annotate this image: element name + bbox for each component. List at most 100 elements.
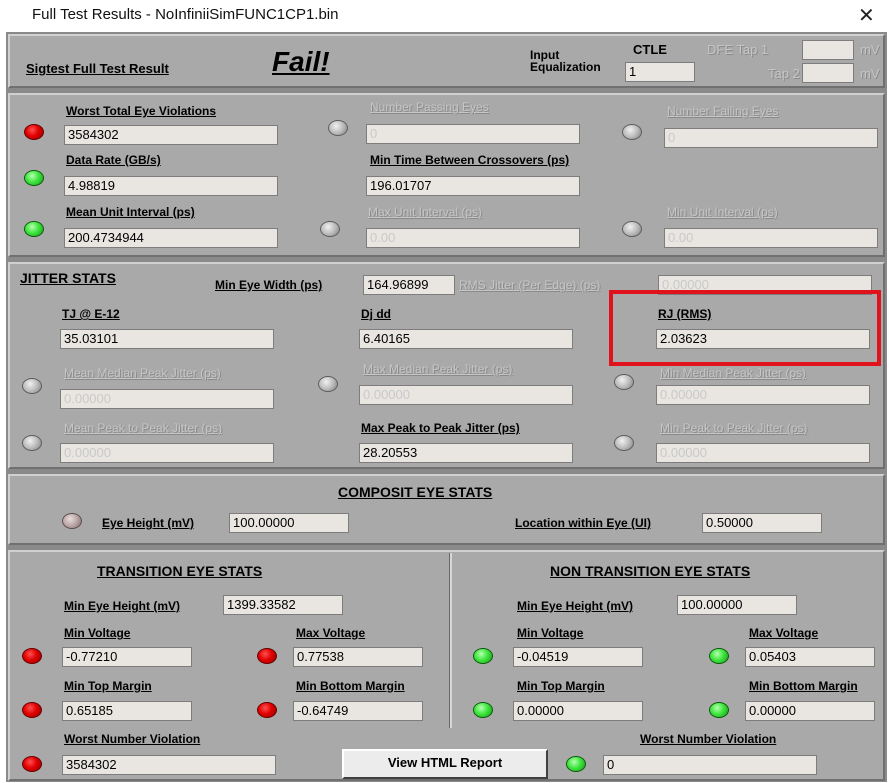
t-max-voltage-field[interactable]: 0.77538 [293,647,423,667]
transition-title: TRANSITION EYE STATS [97,563,263,579]
mean-median-label: Mean Median Peak Jitter (ps) [64,366,221,380]
data-rate-status-led [24,170,44,186]
min-ui-status-led [622,221,642,237]
dfe-tap1-field[interactable] [802,40,854,60]
djdd-label: Dj dd [361,307,391,321]
close-icon[interactable]: ✕ [858,3,875,28]
t-min-eye-height-field[interactable]: 1399.33582 [223,595,343,615]
data-rate-field[interactable]: 4.98819 [64,176,278,196]
nt-worst-label: Worst Number Violation [640,732,777,746]
djdd-field[interactable]: 6.40165 [359,329,573,349]
t-min-top-field[interactable]: 0.65185 [62,701,192,721]
failing-eyes-status-led [622,124,642,140]
mean-ui-status-led [24,221,44,237]
max-median-label: Max Median Peak Jitter (ps) [363,362,513,376]
min-eye-width-field[interactable]: 164.96899 [363,275,455,295]
composit-title: COMPOSIT EYE STATS [338,484,493,500]
nt-min-eye-height-field[interactable]: 100.00000 [677,595,797,615]
min-ui-field[interactable]: 0.00 [664,228,878,248]
ctle-label: CTLE [633,42,667,57]
nt-min-voltage-status-led [473,648,493,664]
min-median-status-led [614,374,634,390]
mean-median-status-led [22,378,42,394]
nt-min-bottom-status-led [709,702,729,718]
min-p2p-label: Min Peak to Peak Jitter (ps) [660,421,808,435]
eye-height-field[interactable]: 100.00000 [229,513,349,533]
max-median-status-led [318,376,338,392]
tj-field[interactable]: 35.03101 [60,329,274,349]
mean-ui-label: Mean Unit Interval (ps) [66,205,195,219]
max-median-field[interactable]: 0.00000 [359,385,573,405]
t-max-voltage-label: Max Voltage [296,626,366,640]
min-median-label: Min Median Peak Jitter (ps) [660,366,807,380]
t-min-bottom-status-led [257,702,277,718]
window-title: Full Test Results - NoInfiniiSimFUNC1CP1… [32,6,339,23]
mean-p2p-label: Mean Peak to Peak Jitter (ps) [64,421,223,435]
worst-total-field[interactable]: 3584302 [64,125,278,145]
t-min-voltage-status-led [22,648,42,664]
t-min-bottom-label: Min Bottom Margin [296,679,405,693]
mean-median-field[interactable]: 0.00000 [60,389,274,409]
nt-worst-field[interactable]: 0 [603,755,817,775]
max-ui-field[interactable]: 0.00 [366,228,580,248]
t-min-top-status-led [22,702,42,718]
view-html-report-button[interactable]: View HTML Report [342,749,548,779]
mean-p2p-status-led [22,435,42,451]
rj-highlight-box [609,290,881,366]
jitter-title: JITTER STATS [20,270,116,286]
min-time-label: Min Time Between Crossovers (ps) [370,153,570,167]
dfe-tap2-field[interactable] [802,63,854,83]
nt-min-bottom-label: Min Bottom Margin [749,679,858,693]
nt-min-voltage-label: Min Voltage [517,626,584,640]
num-passing-field[interactable]: 0 [366,124,580,144]
location-label: Location within Eye (UI) [515,516,652,530]
max-ui-status-led [320,221,340,237]
ctle-field[interactable]: 1 [625,62,695,82]
t-min-bottom-field[interactable]: -0.64749 [293,701,423,721]
dfe-tap2-label: Tap 2 [768,66,800,81]
dfe-tap1-label: DFE Tap 1 [707,42,769,57]
num-failing-field[interactable]: 0 [664,128,878,148]
t-worst-status-led [22,756,42,772]
result-label: Sigtest Full Test Result [26,61,169,76]
passing-eyes-status-led [328,120,348,136]
t-min-eye-height-label: Min Eye Height (mV) [64,599,181,613]
rms-jitter-label: RMS Jitter (Per Edge) (ps) [459,278,601,292]
worst-total-label: Worst Total Eye Violations [66,104,217,118]
data-rate-label: Data Rate (GB/s) [66,153,161,167]
mv-unit-2: mV [860,66,880,81]
max-ui-label: Max Unit Interval (ps) [368,205,483,219]
t-worst-label: Worst Number Violation [64,732,201,746]
nt-min-voltage-field[interactable]: -0.04519 [513,647,643,667]
max-p2p-label: Max Peak to Peak Jitter (ps) [361,421,520,435]
eye-height-label: Eye Height (mV) [102,516,195,530]
min-p2p-field[interactable]: 0.00000 [656,443,870,463]
max-p2p-field[interactable]: 28.20553 [359,443,573,463]
t-worst-field[interactable]: 3584302 [62,755,276,775]
panel-divider [449,553,452,728]
worst-violations-status-led [24,124,44,140]
t-min-voltage-field[interactable]: -0.77210 [62,647,192,667]
nt-max-voltage-label: Max Voltage [749,626,819,640]
num-failing-label: Number Failing Eyes [667,104,779,118]
nt-min-top-field[interactable]: 0.00000 [513,701,643,721]
num-passing-label: Number Passing Eyes [370,100,489,114]
result-value: Fail! [272,46,330,77]
min-p2p-status-led [614,435,634,451]
min-time-field[interactable]: 196.01707 [366,176,580,196]
nt-min-eye-height-label: Min Eye Height (mV) [517,599,634,613]
min-eye-width-label: Min Eye Width (ps) [215,278,323,292]
location-field[interactable]: 0.50000 [702,513,822,533]
mean-ui-field[interactable]: 200.4734944 [64,228,278,248]
nt-min-top-label: Min Top Margin [517,679,605,693]
nt-min-top-status-led [473,702,493,718]
min-median-field[interactable]: 0.00000 [656,385,870,405]
nt-worst-status-led [566,756,586,772]
nt-max-voltage-status-led [709,648,729,664]
nt-min-bottom-field[interactable]: 0.00000 [745,701,875,721]
t-min-top-label: Min Top Margin [64,679,152,693]
t-min-voltage-label: Min Voltage [64,626,131,640]
mean-p2p-field[interactable]: 0.00000 [60,443,274,463]
tj-label: TJ @ E-12 [62,307,120,321]
nt-max-voltage-field[interactable]: 0.05403 [745,647,875,667]
